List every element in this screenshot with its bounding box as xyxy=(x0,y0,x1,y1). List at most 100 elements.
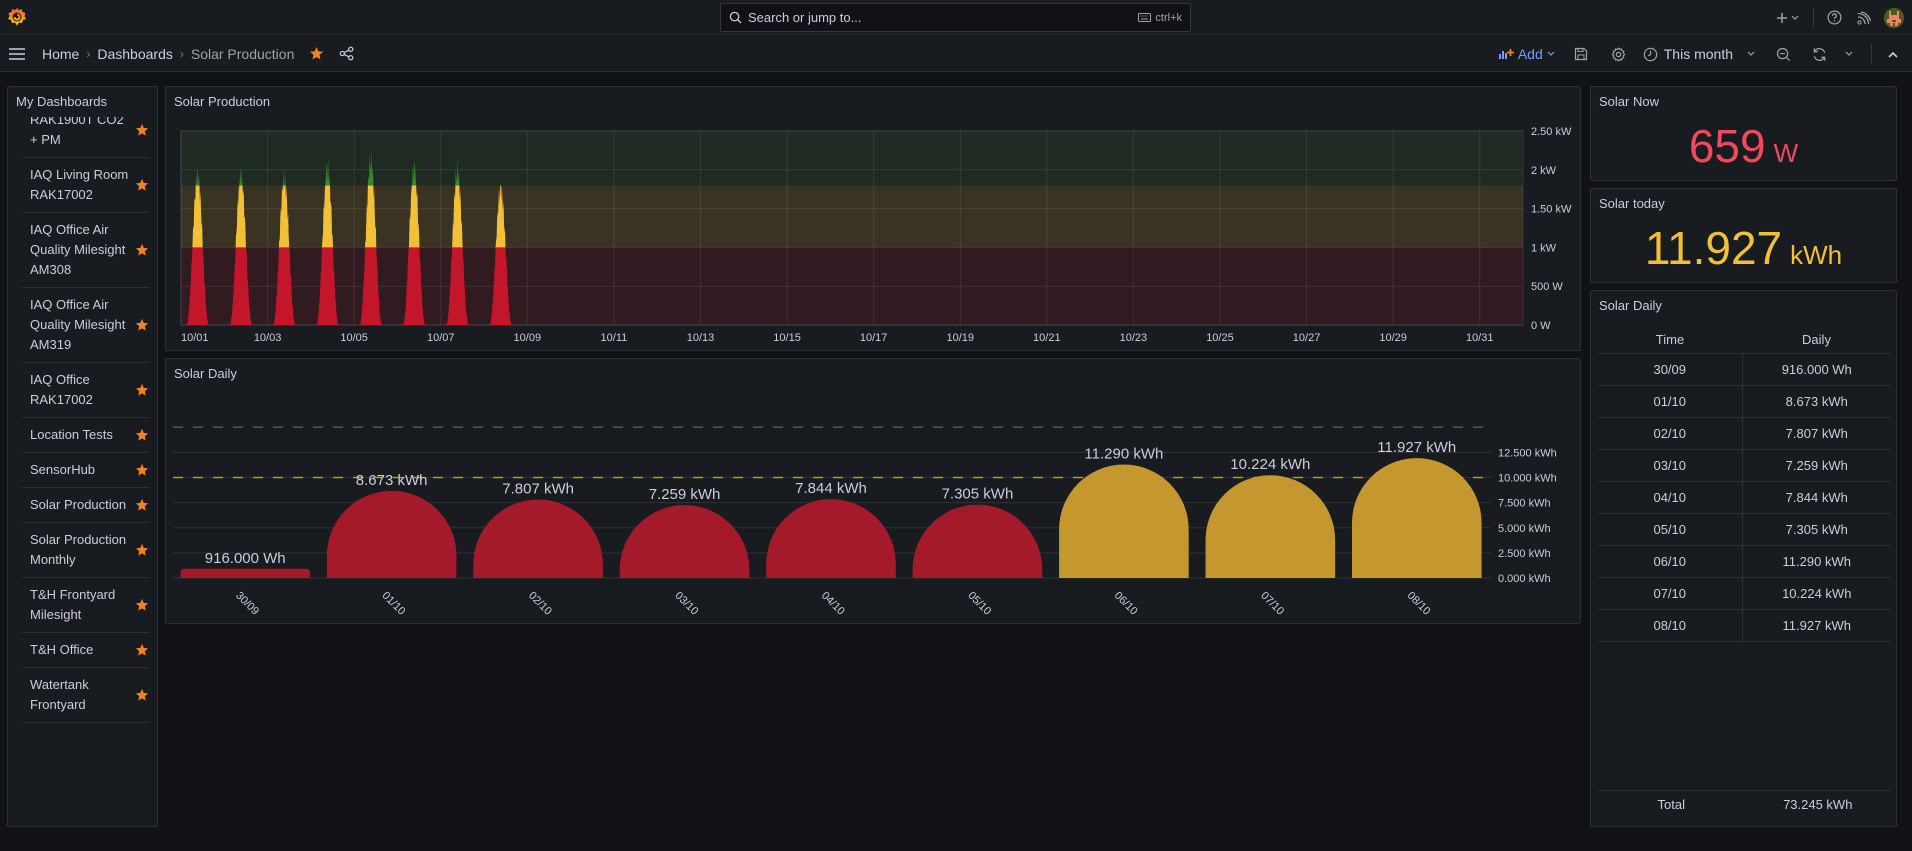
help-button[interactable] xyxy=(1822,10,1846,25)
star-icon[interactable] xyxy=(135,243,149,257)
bar[interactable] xyxy=(1205,475,1336,578)
table-footer: Total 73.245 kWh xyxy=(1598,790,1891,817)
cell-time: 30/09 xyxy=(1598,353,1743,386)
save-dashboard-button[interactable] xyxy=(1561,47,1601,61)
time-range-picker[interactable]: This month xyxy=(1643,46,1755,62)
cell-daily: 11.927 kWh xyxy=(1742,609,1891,642)
add-panel-icon xyxy=(1498,49,1514,59)
solar-now-panel: Solar Now 659 W xyxy=(1590,86,1897,181)
star-icon[interactable] xyxy=(135,428,149,442)
menu-icon[interactable] xyxy=(9,47,25,61)
dashboard-list-item[interactable]: Solar Production xyxy=(22,488,149,523)
x-tick-label: 05/10 xyxy=(965,590,993,618)
breadcrumb-dashboards[interactable]: Dashboards xyxy=(97,46,173,62)
x-tick-label: 10/19 xyxy=(946,332,974,344)
refresh-interval-dropdown[interactable] xyxy=(1835,51,1863,57)
star-icon[interactable] xyxy=(135,383,149,397)
cell-time: 06/10 xyxy=(1598,545,1743,578)
share-icon[interactable] xyxy=(339,46,354,61)
x-tick-label: 08/10 xyxy=(1405,590,1433,618)
divider xyxy=(1813,7,1814,28)
bar[interactable] xyxy=(473,499,603,578)
dashboard-list-item[interactable]: RAK1900T CO2 + PM xyxy=(22,117,149,158)
breadcrumb-home[interactable]: Home xyxy=(42,46,79,62)
bar[interactable] xyxy=(619,505,750,578)
add-button[interactable]: Add xyxy=(1498,46,1555,62)
bar[interactable] xyxy=(180,568,311,578)
star-icon[interactable] xyxy=(135,318,149,332)
x-tick-label: 02/10 xyxy=(526,590,554,618)
dashboard-name: IAQ Office RAK17002 xyxy=(30,372,93,407)
column-header-time[interactable]: Time xyxy=(1598,327,1742,354)
add-label: Add xyxy=(1517,46,1543,62)
solar-production-chart[interactable]: 0 W 500 W 1 kW 1.50 kW 2 kW 2.50 kW 10/01 10/03… xyxy=(166,87,1582,352)
dashboard-list-item[interactable]: SensorHub xyxy=(22,453,149,488)
stat-unit: W xyxy=(1773,138,1799,168)
refresh-button[interactable] xyxy=(1803,47,1835,62)
search-icon xyxy=(729,11,742,24)
cell-daily: 7.807 kWh xyxy=(1742,417,1891,450)
dashboard-list-item[interactable]: Solar Production Monthly xyxy=(22,523,149,578)
star-icon[interactable] xyxy=(135,598,149,612)
bar[interactable] xyxy=(912,504,1043,578)
breadcrumb: Home › Dashboards › Solar Production xyxy=(42,46,354,62)
x-tick-label: 10/29 xyxy=(1379,332,1407,344)
dashboard-list-item[interactable]: IAQ Office Air Quality Milesight AM308 xyxy=(22,213,149,288)
star-icon[interactable] xyxy=(309,46,324,61)
dashboard-name: Watertank Frontyard xyxy=(30,677,89,712)
time-range-label: This month xyxy=(1663,46,1733,62)
table-row: 30/09 916.000 Wh xyxy=(1598,353,1891,386)
search-placeholder: Search or jump to... xyxy=(748,10,862,25)
news-button[interactable] xyxy=(1846,10,1882,25)
dashboard-list-item[interactable]: Location Tests xyxy=(22,418,149,453)
bar-value-label: 7.807 kWh xyxy=(502,481,574,498)
clock-icon xyxy=(1643,47,1658,61)
search-bar[interactable]: Search or jump to... ctrl+k xyxy=(720,3,1191,32)
star-icon[interactable] xyxy=(135,543,149,557)
star-icon[interactable] xyxy=(135,463,149,477)
table-row: 04/10 7.844 kWh xyxy=(1598,481,1891,514)
dashboard-list-item[interactable]: Watertank Frontyard xyxy=(22,668,149,723)
dashboard-name: IAQ Office Air Quality Milesight AM319 xyxy=(30,297,126,352)
column-header-daily[interactable]: Daily xyxy=(1742,327,1891,354)
dashboard-list-item[interactable]: IAQ Office Air Quality Milesight AM319 xyxy=(22,288,149,363)
star-icon[interactable] xyxy=(135,123,149,137)
solar-daily-chart[interactable]: 0.000 kWh 2.500 kWh 5.000 kWh 7.500 kWh 10.0… xyxy=(166,359,1582,625)
x-tick-label: 10/01 xyxy=(181,332,209,344)
threshold-band xyxy=(181,131,1523,186)
bar[interactable] xyxy=(1059,464,1189,578)
solar-daily-table: Time Daily 30/09 916.000 Wh 01/10 8.673 kWh… xyxy=(1598,327,1891,642)
dashboard-list-panel: My Dashboards RAK1900T CO2 + PM IAQ Livin… xyxy=(7,86,158,827)
y-tick-label: 0.000 kWh xyxy=(1498,573,1551,585)
x-tick-label: 10/31 xyxy=(1466,332,1494,344)
user-avatar[interactable] xyxy=(1884,7,1904,28)
dashboard-list-item[interactable]: T&H Frontyard Milesight xyxy=(22,578,149,633)
star-icon[interactable] xyxy=(135,498,149,512)
star-icon[interactable] xyxy=(135,178,149,192)
footer-label: Total xyxy=(1657,796,1685,812)
dashboard-list-item[interactable]: IAQ Living Room RAK17002 xyxy=(22,158,149,213)
stat-value: 659 xyxy=(1688,120,1766,172)
dashboard-list-item[interactable]: T&H Office xyxy=(22,633,149,668)
cell-time: 02/10 xyxy=(1598,417,1743,450)
dashboard-settings-button[interactable] xyxy=(1601,46,1637,62)
dashboard-list-item[interactable]: IAQ Office RAK17002 xyxy=(22,363,149,418)
new-button[interactable] xyxy=(1769,12,1805,24)
table-row: 06/10 11.290 kWh xyxy=(1598,545,1891,578)
star-icon[interactable] xyxy=(135,688,149,702)
chevron-down-icon xyxy=(1845,51,1853,56)
x-tick-label: 10/09 xyxy=(514,332,542,344)
dashboard-name: IAQ Office Air Quality Milesight AM308 xyxy=(30,222,126,277)
chevron-up-icon xyxy=(1888,51,1898,58)
x-tick-label: 10/05 xyxy=(340,332,368,344)
collapse-toolbar-button[interactable] xyxy=(1880,51,1906,58)
bar-value-label: 11.290 kWh xyxy=(1084,446,1163,463)
star-icon[interactable] xyxy=(135,643,149,657)
y-tick-label: 2.500 kWh xyxy=(1498,548,1551,560)
bar[interactable] xyxy=(326,490,457,578)
dashboard-list[interactable]: RAK1900T CO2 + PM IAQ Living Room RAK1700… xyxy=(22,117,149,817)
zoom-out-button[interactable] xyxy=(1763,47,1803,62)
grafana-logo-icon[interactable] xyxy=(7,7,27,27)
bar[interactable] xyxy=(1351,458,1482,578)
bar[interactable] xyxy=(766,499,896,578)
